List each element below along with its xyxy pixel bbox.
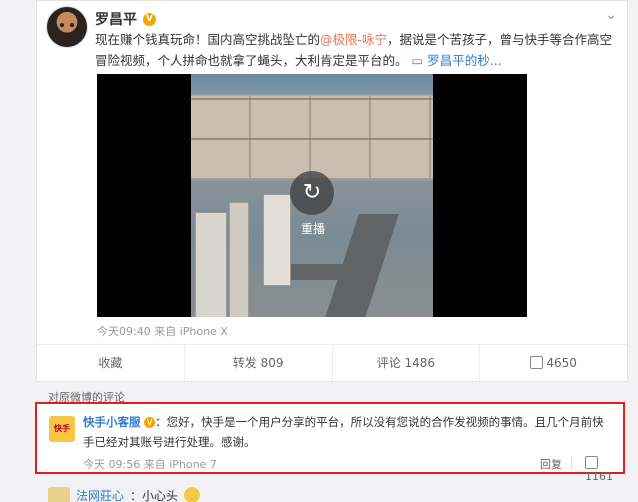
author-avatar[interactable]: [46, 6, 88, 48]
video-link[interactable]: ▭ 罗昌平的秒...: [412, 53, 502, 68]
verified-v-icon: V: [144, 417, 156, 428]
comment-like-button[interactable]: 1161: [585, 456, 623, 483]
next-commenter-avatar[interactable]: [48, 487, 70, 502]
replay-icon[interactable]: ↻: [290, 171, 334, 215]
comment-text: 快手小客服 V ：您好，快手是一个用户分享的平台，所以没有您说的合作发视频的事情。…: [83, 412, 608, 452]
next-comment-text: ：小心头: [130, 489, 179, 502]
author-name[interactable]: 罗昌平: [95, 9, 137, 29]
smiley-emoji-icon: [184, 487, 201, 502]
chevron-down-icon[interactable]: ⌄: [605, 7, 617, 23]
video-link-label: 罗昌平的秒...: [427, 53, 502, 68]
repost-button[interactable]: 转发 809: [185, 345, 333, 381]
next-comment: 法网莊心 ：小心头: [48, 487, 201, 502]
like-count: 4650: [546, 356, 577, 370]
avatar-eye: [60, 23, 64, 27]
post-text-part: 现在赚个钱真玩命！国内高空挑战坠亡的: [95, 32, 321, 47]
video-building: [229, 202, 249, 317]
highlighted-comment: 快手 快手小客服 V ：您好，快手是一个用户分享的平台，所以没有您说的合作发视频的…: [35, 402, 625, 483]
thumbs-up-icon: [585, 456, 598, 469]
video-wall-lines: [191, 96, 433, 178]
post-text: 现在赚个钱真玩命！国内高空挑战坠亡的@极限-咏宁，据说是个苦孩子，曾与快手等合作…: [95, 29, 615, 71]
verified-badge-icon: V: [143, 12, 156, 26]
comment-like-count: 1161: [585, 470, 613, 483]
video-building: [195, 212, 227, 317]
avatar-eye: [70, 23, 74, 27]
replay-label[interactable]: 重播: [292, 220, 334, 237]
mention-link[interactable]: @极限-咏宁: [320, 32, 387, 47]
video-player[interactable]: ↻ 重播: [97, 74, 527, 317]
comment-body: ：您好，快手是一个用户分享的平台，所以没有您说的合作发视频的事情。且几个月前快手…: [83, 415, 604, 449]
action-bar: 收藏 转发 809 评论 1486 4650: [37, 344, 627, 381]
thumbs-up-icon: [530, 356, 544, 369]
reply-button[interactable]: 回复: [540, 456, 562, 472]
author-row: 罗昌平 V: [95, 9, 156, 29]
divider: [571, 457, 572, 469]
commenter-name[interactable]: 快手小客服: [83, 415, 141, 429]
comment-button[interactable]: 评论 1486: [333, 345, 481, 381]
commenter-avatar[interactable]: 快手: [49, 416, 75, 442]
post-meta: 今天09:40 来自 iPhone X: [97, 325, 228, 338]
comment-meta: 今天 09:56 来自 iPhone 7: [83, 458, 217, 471]
video-building: [263, 194, 291, 286]
next-commenter-name[interactable]: 法网莊心: [76, 487, 124, 502]
favorite-button[interactable]: 收藏: [37, 345, 185, 381]
weibo-post-card: 罗昌平 V ⌄ 现在赚个钱真玩命！国内高空挑战坠亡的@极限-咏宁，据说是个苦孩子…: [36, 0, 628, 382]
like-button[interactable]: 4650: [480, 345, 627, 381]
video-road: [291, 264, 351, 280]
